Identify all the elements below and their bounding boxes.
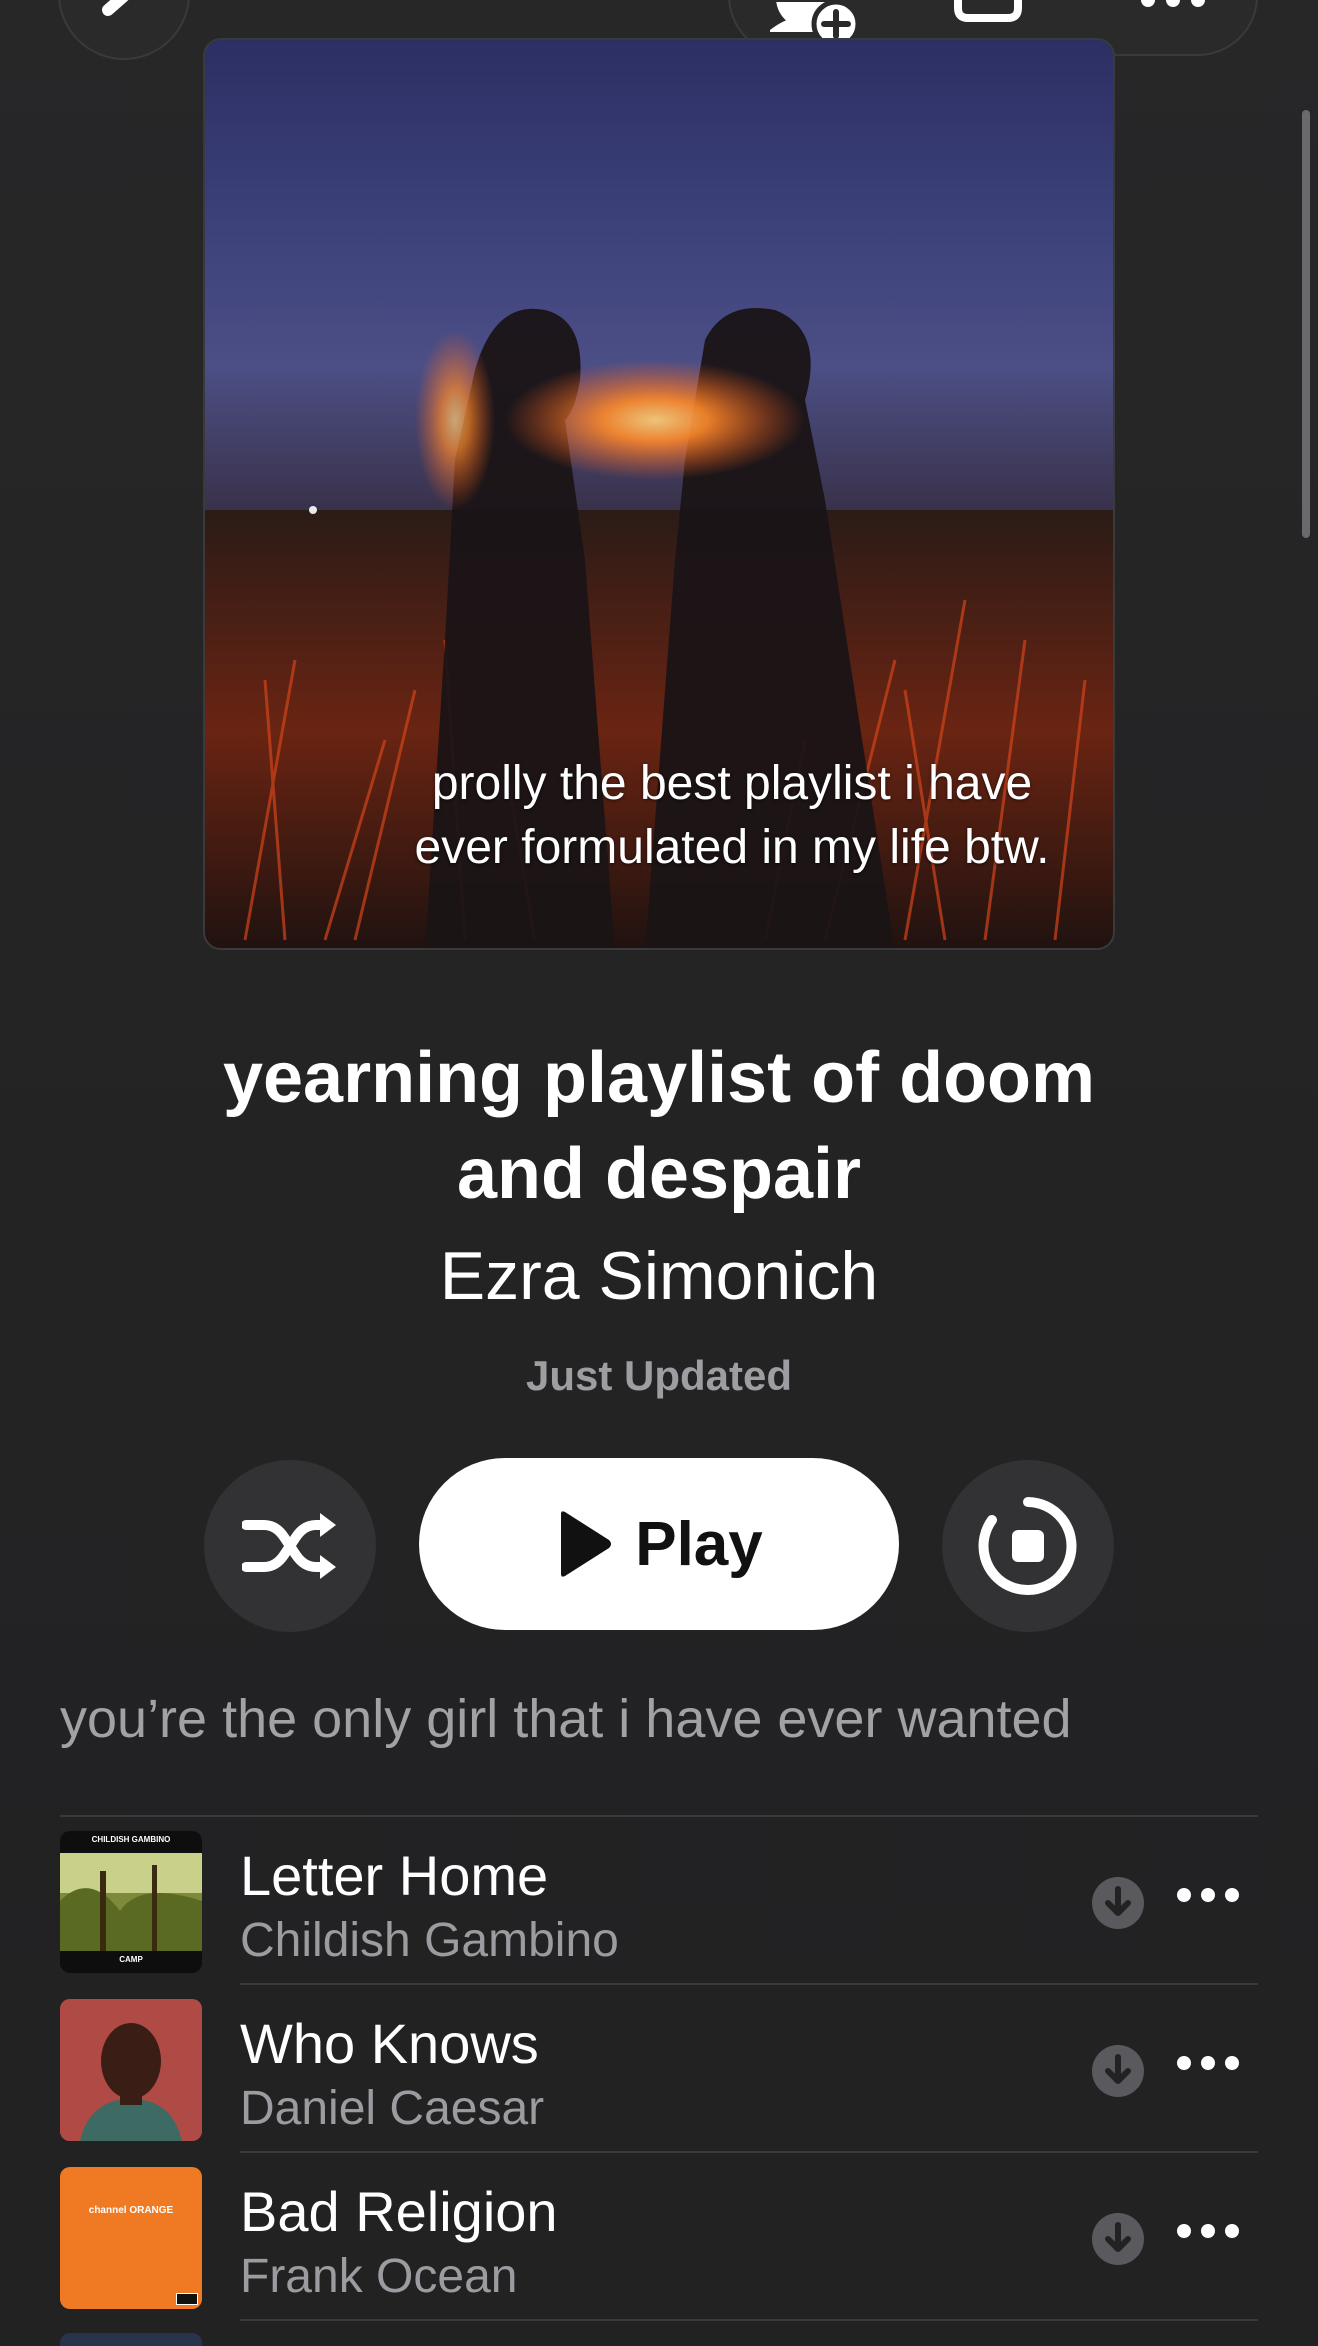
track-artist: Daniel Caesar [240, 2082, 545, 2135]
back-button[interactable] [58, 0, 190, 60]
loop-ring-icon [978, 1497, 1077, 1595]
parental-advisory-badge [176, 2293, 198, 2305]
artwork-caption: prolly the best playlist i have ever for… [414, 757, 1050, 874]
track-artist: Frank Ocean [240, 2250, 518, 2303]
track-title: Who Knows [240, 2012, 539, 2075]
download-circle-icon[interactable] [1092, 1877, 1144, 1929]
download-circle-icon[interactable] [1092, 2045, 1144, 2097]
track-divider [240, 2319, 1258, 2321]
track-artist: Childish Gambino [240, 1914, 619, 1967]
download-circle-icon[interactable] [1092, 2213, 1144, 2265]
updated-status: Just Updated [525, 1352, 793, 1399]
album-art-top-text: CHILDISH GAMBINO [91, 1835, 171, 1844]
track-more-icon[interactable] [1176, 2055, 1240, 2071]
shuffle-icon [242, 1513, 336, 1579]
album-art-text: channel ORANGE [88, 2205, 174, 2216]
playlist-title: yearning playlist of doom and despair [222, 1038, 1096, 1214]
more-ellipsis-icon[interactable] [1138, 0, 1208, 21]
play-label: Play [635, 1509, 763, 1579]
scrollbar[interactable] [1302, 110, 1310, 538]
album-art-camp: CHILDISH GAMBINO CAMP [60, 1831, 202, 1973]
next-track-art-partial [60, 2333, 202, 2346]
play-triangle-icon [561, 1511, 612, 1577]
loop-button[interactable] [942, 1460, 1114, 1632]
album-art-daniel-caesar [60, 1999, 202, 2141]
track-title: Bad Religion [240, 2180, 558, 2243]
track-row[interactable]: channel ORANGE Bad Religion Frank Ocean [0, 2153, 1318, 2321]
playlist-page: prolly the best playlist i have ever for… [0, 0, 1318, 2346]
album-art-channel-orange: channel ORANGE [60, 2167, 202, 2309]
track-more-icon[interactable] [1176, 1887, 1240, 1903]
track-row[interactable]: CHILDISH GAMBINO CAMP Letter Home Childi… [0, 1817, 1318, 1985]
playlist-description: you’re the only girl that i have ever wa… [60, 1689, 1072, 1749]
track-more-icon[interactable] [1176, 2223, 1240, 2239]
playlist-curator[interactable]: Ezra Simonich [0, 1236, 1318, 1316]
playlist-artwork: prolly the best playlist i have ever for… [203, 38, 1115, 950]
track-row[interactable]: Who Knows Daniel Caesar [0, 1985, 1318, 2153]
album-art-bottom-text: CAMP [119, 1955, 143, 1964]
track-title: Letter Home [240, 1844, 549, 1907]
shuffle-button[interactable] [204, 1460, 376, 1632]
chevron-left-icon [102, 0, 129, 16]
play-button[interactable]: Play [419, 1458, 899, 1630]
